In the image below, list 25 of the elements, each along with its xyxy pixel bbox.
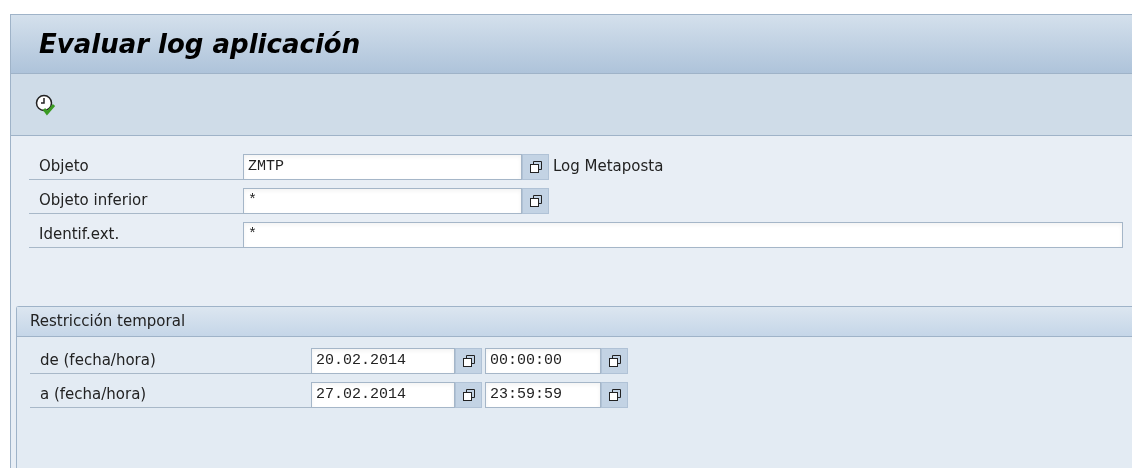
input-field[interactable]: * xyxy=(243,187,522,214)
value-help-button[interactable] xyxy=(455,347,482,374)
value-help-button[interactable] xyxy=(601,347,628,374)
description-text: Log Metaposta xyxy=(553,156,664,178)
input-field[interactable]: 00:00:00 xyxy=(485,347,601,374)
copy-icon xyxy=(607,387,622,402)
copy-icon xyxy=(528,193,543,208)
group-title: Restricción temporal xyxy=(30,311,186,333)
input-field[interactable]: 20.02.2014 xyxy=(311,347,455,374)
field-label: de (fecha/hora) xyxy=(30,347,311,374)
field-label: a (fecha/hora) xyxy=(30,381,311,408)
value-help-button[interactable] xyxy=(455,381,482,408)
input-field[interactable]: 27.02.2014 xyxy=(311,381,455,408)
copy-icon xyxy=(528,159,543,174)
copy-icon xyxy=(461,387,476,402)
copy-icon xyxy=(607,353,622,368)
input-field[interactable]: 23:59:59 xyxy=(485,381,601,408)
copy-icon xyxy=(461,353,476,368)
value-help-button[interactable] xyxy=(522,153,549,180)
value-help-button[interactable] xyxy=(601,381,628,408)
input-field[interactable]: * xyxy=(243,221,1123,248)
window-title: Evaluar log aplicación xyxy=(39,27,361,61)
value-help-button[interactable] xyxy=(522,187,549,214)
input-field[interactable]: ZMTP xyxy=(243,153,522,180)
clock-check-icon xyxy=(34,92,58,117)
